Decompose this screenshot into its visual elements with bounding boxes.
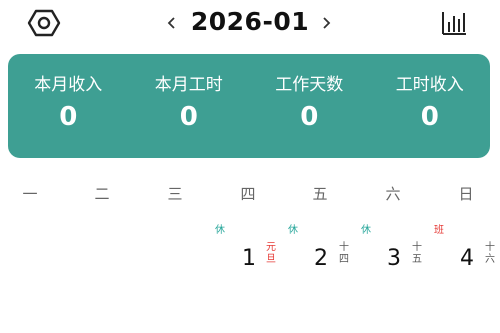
month-navigator: 2026-01 <box>150 6 350 42</box>
summary-value: 0 <box>59 102 78 132</box>
chevron-left-icon <box>167 17 175 29</box>
lunar-date: 十 六 <box>484 242 496 266</box>
weekday-sat: 六 <box>385 185 401 203</box>
lunar-char-top: 十 <box>485 242 495 253</box>
weekday-thu: 四 <box>240 185 256 203</box>
rest-day-mark: 休 <box>215 225 225 236</box>
weekday-header: 一 二 三 四 五 六 日 <box>0 183 500 207</box>
summary-label: 本月收入 <box>34 75 103 95</box>
lunar-char-bottom: 六 <box>485 254 495 265</box>
statistics-button[interactable] <box>440 9 468 37</box>
hexagon-settings-icon <box>27 9 61 37</box>
calendar-day-2[interactable]: 休 2 十 四 <box>287 222 350 272</box>
lunar-date: 十 四 <box>338 242 350 266</box>
summary-value: 0 <box>300 102 319 132</box>
settings-button[interactable] <box>27 8 61 38</box>
lunar-char-top: 十 <box>339 242 349 253</box>
day-number: 1 <box>242 246 256 271</box>
summary-hourly-income[interactable]: 工时收入 0 <box>375 54 485 134</box>
weekday-mon: 一 <box>22 185 38 203</box>
calendar-day-3[interactable]: 休 3 十 五 <box>360 222 423 272</box>
summary-monthly-income[interactable]: 本月收入 0 <box>13 54 123 134</box>
summary-label: 工时收入 <box>395 75 464 95</box>
lunar-char-top: 元 <box>266 242 276 253</box>
lunar-char-bottom: 旦 <box>266 254 276 265</box>
lunar-date: 十 五 <box>411 242 423 266</box>
weekday-tue: 二 <box>94 185 110 203</box>
rest-day-mark: 休 <box>361 225 371 236</box>
previous-month-button[interactable] <box>164 12 180 34</box>
chevron-right-icon <box>323 17 331 29</box>
month-title[interactable]: 2026-01 <box>186 7 314 36</box>
bar-chart-icon <box>442 12 466 35</box>
rest-day-mark: 休 <box>288 225 298 236</box>
monthly-summary-card: 本月收入 0 本月工时 0 工作天数 0 工时收入 0 <box>8 54 490 158</box>
weekday-sun: 日 <box>458 185 474 203</box>
summary-monthly-hours[interactable]: 本月工时 0 <box>134 54 244 134</box>
summary-value: 0 <box>179 102 198 132</box>
weekday-wed: 三 <box>167 185 183 203</box>
summary-work-days[interactable]: 工作天数 0 <box>254 54 364 134</box>
calendar-day-4[interactable]: 班 4 十 六 <box>433 222 496 272</box>
summary-value: 0 <box>420 102 439 132</box>
summary-label: 工作天数 <box>275 75 344 95</box>
day-number: 3 <box>387 246 401 271</box>
app-header: 2026-01 <box>0 0 500 48</box>
lunar-char-bottom: 五 <box>412 254 422 265</box>
weekday-fri: 五 <box>312 185 328 203</box>
calendar-day-1[interactable]: 休 1 元 旦 <box>215 222 277 272</box>
next-month-button[interactable] <box>318 12 334 34</box>
lunar-char-bottom: 四 <box>339 254 349 265</box>
lunar-date: 元 旦 <box>265 242 277 266</box>
lunar-char-top: 十 <box>412 242 422 253</box>
day-number: 4 <box>460 246 474 271</box>
day-number: 2 <box>314 246 328 271</box>
work-day-mark: 班 <box>434 225 444 236</box>
summary-label: 本月工时 <box>154 75 223 95</box>
